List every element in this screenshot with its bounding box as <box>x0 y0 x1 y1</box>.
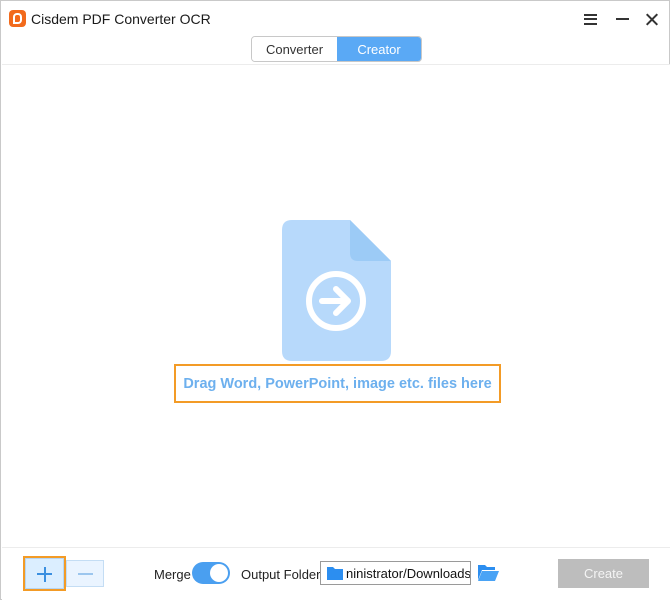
merge-toggle[interactable] <box>192 562 230 584</box>
title-bar: Cisdem PDF Converter OCR <box>1 1 669 37</box>
tab-converter[interactable]: Converter <box>252 37 337 61</box>
bottom-toolbar: Merge Output Folder ninistrator/Download… <box>2 547 670 600</box>
open-folder-icon[interactable] <box>477 563 499 582</box>
app-window: Cisdem PDF Converter OCR Converter Creat… <box>0 0 670 600</box>
file-arrow-icon <box>282 220 391 361</box>
window-title: Cisdem PDF Converter OCR <box>31 11 211 27</box>
output-folder-path: ninistrator/Downloads <box>346 565 471 581</box>
close-icon[interactable] <box>638 7 666 31</box>
mode-tabs: Converter Creator <box>251 36 422 62</box>
drop-zone-hint: Drag Word, PowerPoint, image etc. files … <box>174 364 501 403</box>
minus-icon[interactable] <box>66 560 104 587</box>
output-folder-label: Output Folder <box>241 567 321 582</box>
output-folder-field[interactable]: ninistrator/Downloads <box>320 561 471 585</box>
hamburger-menu-icon[interactable] <box>576 7 604 31</box>
minimize-icon[interactable] <box>608 7 636 31</box>
app-logo-icon <box>9 10 26 27</box>
add-file-button[interactable] <box>23 556 66 591</box>
merge-label: Merge <box>154 567 191 582</box>
folder-icon <box>327 567 343 580</box>
tab-creator[interactable]: Creator <box>337 37 421 61</box>
plus-icon <box>25 558 64 589</box>
create-button[interactable]: Create <box>558 559 649 588</box>
drop-zone[interactable]: Drag Word, PowerPoint, image etc. files … <box>2 65 670 547</box>
